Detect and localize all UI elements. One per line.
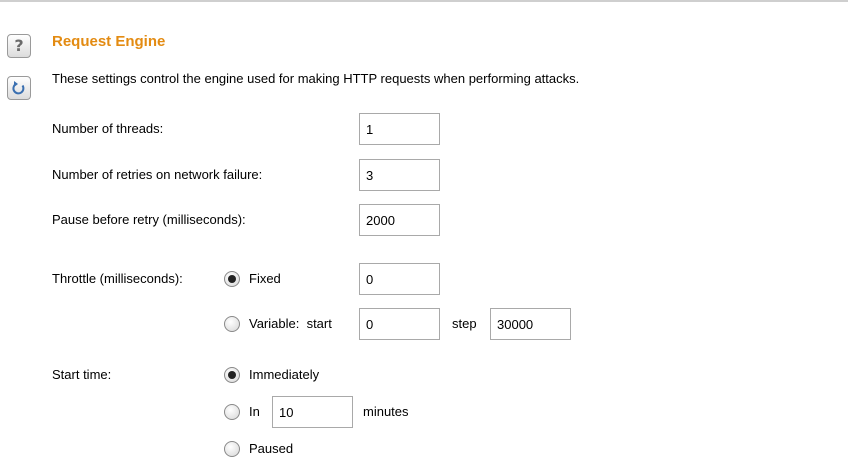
radio-selected-dot (228, 371, 236, 379)
section-description: These settings control the engine used f… (52, 71, 580, 86)
throttle-label: Throttle (milliseconds): (52, 271, 183, 286)
restore-defaults-button[interactable] (7, 76, 31, 100)
start-in-minutes-input[interactable] (272, 396, 353, 428)
throttle-fixed-label: Fixed (249, 271, 281, 286)
start-paused-label: Paused (249, 441, 294, 456)
throttle-fixed-input[interactable] (359, 263, 440, 295)
start-paused-radio[interactable] (224, 441, 240, 457)
pause-label: Pause before retry (milliseconds): (52, 212, 246, 227)
start-time-label: Start time: (52, 367, 112, 382)
start-immediately-label: Immediately (249, 367, 320, 382)
start-in-label: In (249, 404, 260, 419)
retries-input[interactable] (359, 159, 440, 191)
threads-input[interactable] (359, 113, 440, 145)
throttle-variable-label: Variable: start (249, 316, 332, 331)
threads-label: Number of threads: (52, 121, 164, 136)
throttle-step-label: step (452, 316, 477, 331)
throttle-fixed-radio[interactable] (224, 271, 240, 287)
section-title: Request Engine (52, 33, 166, 50)
retries-label: Number of retries on network failure: (52, 167, 263, 182)
start-in-radio[interactable] (224, 404, 240, 420)
minutes-label: minutes (363, 404, 409, 419)
radio-selected-dot (228, 275, 236, 283)
throttle-variable-radio[interactable] (224, 316, 240, 332)
help-button[interactable]: ? (7, 34, 31, 58)
top-divider (0, 0, 848, 2)
restore-defaults-icon (12, 81, 25, 95)
pause-input[interactable] (359, 204, 440, 236)
start-immediately-radio[interactable] (224, 367, 240, 383)
throttle-variable-step-input[interactable] (490, 308, 571, 340)
throttle-variable-start-input[interactable] (359, 308, 440, 340)
help-icon: ? (14, 36, 24, 55)
